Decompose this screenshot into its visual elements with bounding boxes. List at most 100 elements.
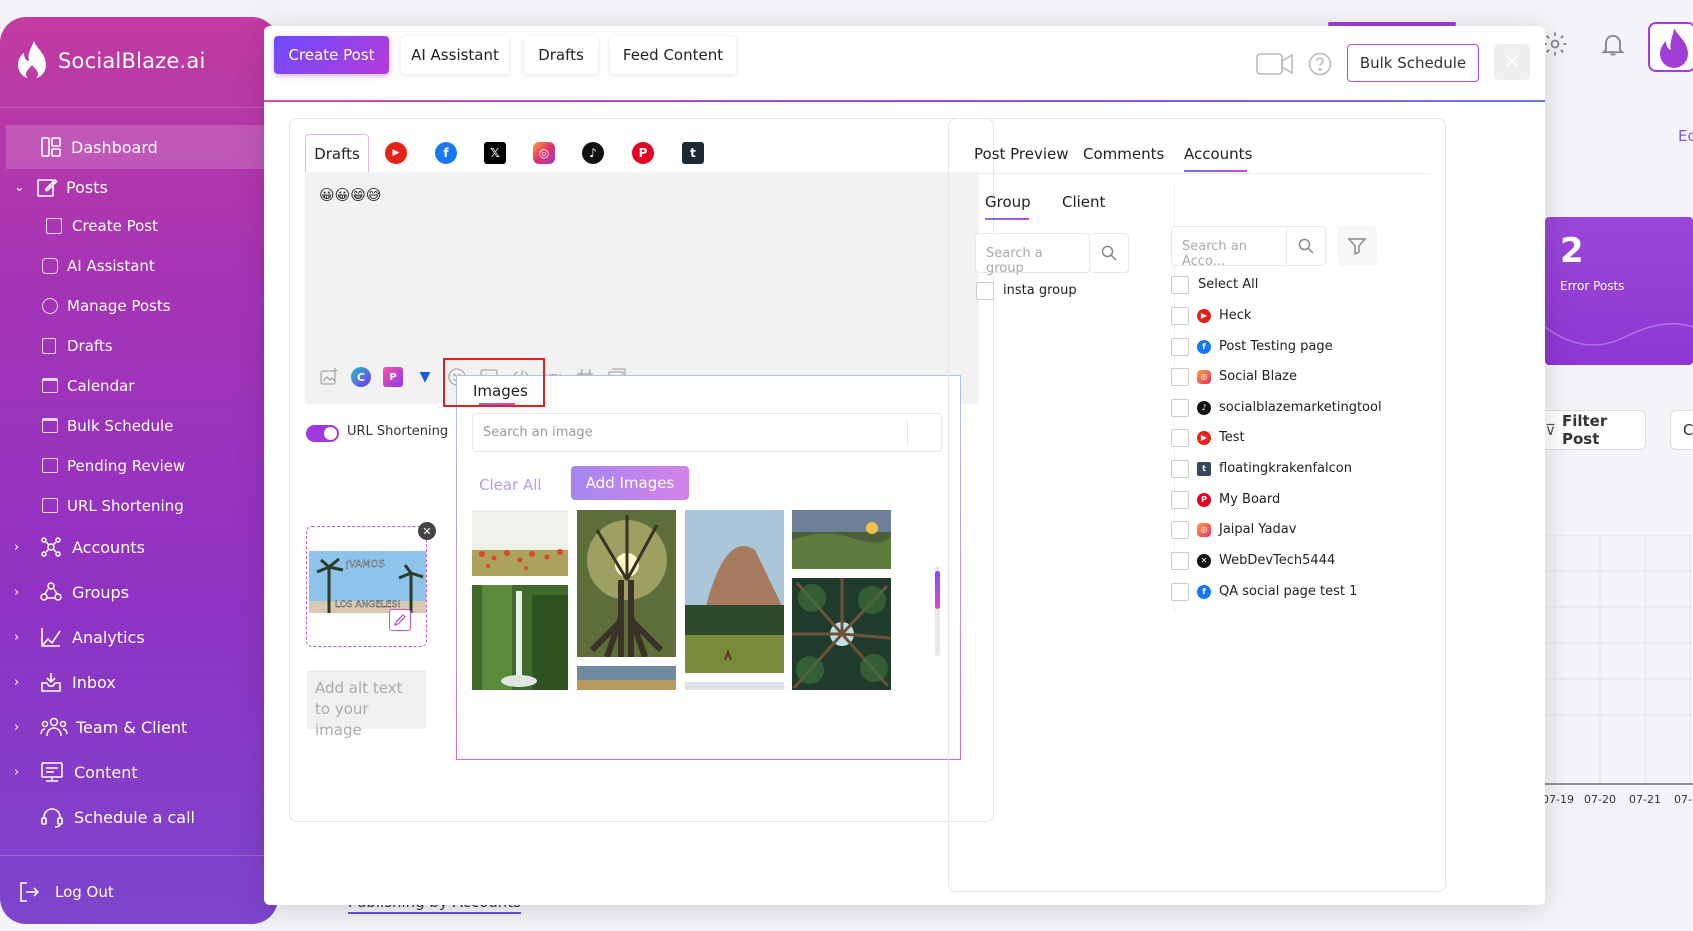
pinterest-icon[interactable]: P (632, 142, 654, 164)
instagram-icon[interactable]: ◎ (533, 142, 555, 164)
user-avatar[interactable] (1648, 22, 1693, 72)
sidebar-item-dashboard[interactable]: Dashboard (6, 125, 278, 169)
sidebar-item-posts[interactable]: ⌄ Posts (0, 165, 278, 209)
x-icon[interactable]: 𝕏 (484, 142, 506, 164)
sidebar-item-label: Pending Review (67, 456, 186, 475)
account-row[interactable]: ✕ WebDevTech5444 (1197, 553, 1335, 568)
tiktok-icon[interactable]: ♪ (582, 142, 604, 164)
account-row[interactable]: f QA social page test 1 (1197, 584, 1357, 599)
sidebar-item-create-post[interactable]: Create Post (0, 207, 278, 244)
edit-link[interactable]: Ec (1678, 127, 1693, 145)
gallery-image-forest-canopy[interactable] (792, 578, 891, 690)
picsart-icon[interactable]: P (383, 367, 403, 387)
account-checkbox[interactable] (1171, 368, 1189, 386)
tab-create-post[interactable]: Create Post (274, 36, 389, 74)
remove-image-button[interactable]: ✕ (418, 522, 436, 540)
close-modal-button[interactable]: ✕ (1494, 44, 1530, 80)
cut-button[interactable]: Cu (1670, 410, 1693, 450)
subtab-group[interactable]: Group (985, 193, 1031, 211)
help-icon[interactable] (1308, 52, 1332, 76)
account-checkbox[interactable] (1171, 338, 1189, 356)
facebook-icon[interactable]: f (435, 142, 457, 164)
account-row[interactable]: ◎ Jaipal Yadav (1197, 522, 1296, 537)
tab-drafts[interactable]: Drafts (524, 36, 598, 74)
tab-feed-content[interactable]: Feed Content (610, 36, 736, 74)
video-camera-icon[interactable] (1256, 51, 1294, 77)
account-row[interactable]: ◎ Social Blaze (1197, 369, 1297, 384)
sidebar-item-bulk-schedule[interactable]: Bulk Schedule (0, 407, 278, 444)
settings-icon[interactable] (1541, 30, 1569, 58)
tumblr-icon[interactable]: t (682, 142, 704, 164)
sidebar-item-pending-review[interactable]: Pending Review (0, 447, 278, 484)
group-search-input[interactable]: Search a group (975, 233, 1090, 276)
sidebar-item-label: Calendar (67, 376, 135, 395)
filter-post-button[interactable]: ⊽ Filter Post (1532, 410, 1646, 450)
gallery-scrollbar-thumb[interactable] (935, 571, 940, 609)
add-images-button[interactable]: Add Images (571, 466, 689, 500)
url-shortening-toggle[interactable] (306, 425, 339, 442)
gallery-image-half-dome[interactable] (685, 510, 784, 673)
account-checkbox[interactable] (1171, 460, 1189, 478)
alt-text-input[interactable]: Add alt text to your image (307, 670, 426, 739)
canva-icon[interactable]: C (351, 367, 371, 387)
clear-all-button[interactable]: Clear All (479, 476, 542, 494)
gallery-image-strip[interactable] (685, 682, 784, 690)
sidebar-item-label: Team & Client (76, 717, 188, 737)
account-row[interactable]: ▶ Heck (1197, 308, 1251, 323)
sidebar-item-analytics[interactable]: › Analytics (0, 617, 278, 657)
add-media-icon[interactable] (319, 367, 339, 387)
sidebar-item-accounts[interactable]: › Accounts (0, 527, 278, 567)
bulk-schedule-button[interactable]: Bulk Schedule (1347, 44, 1479, 82)
sidebar-item-groups[interactable]: › Groups (0, 572, 278, 612)
sidebar-item-label: Create Post (72, 216, 158, 235)
sidebar-item-team-client[interactable]: › Team & Client (0, 707, 278, 747)
platform-tab-drafts[interactable]: Drafts (305, 134, 369, 172)
tab-post-preview[interactable]: Post Preview (974, 145, 1069, 163)
gallery-image-valley-sunset[interactable] (792, 510, 891, 569)
sidebar-item-schedule-call[interactable]: Schedule a call (0, 797, 278, 837)
attached-image-thumbnail[interactable]: ¡VAMOS LOS ANGELES! (306, 526, 427, 647)
account-checkbox[interactable] (1171, 552, 1189, 570)
group-search-button[interactable] (1089, 233, 1129, 273)
logout-button[interactable]: Log Out (0, 872, 278, 912)
edit-image-button[interactable] (389, 609, 411, 631)
account-checkbox[interactable] (1171, 429, 1189, 447)
select-all-checkbox[interactable] (1171, 276, 1189, 294)
sidebar-item-ai-assistant[interactable]: AI Assistant (0, 247, 278, 284)
tab-ai-assistant[interactable]: AI Assistant (401, 36, 509, 74)
sidebar-item-manage-posts[interactable]: Manage Posts (0, 287, 278, 324)
gallery-image-sky-strip[interactable] (577, 666, 676, 690)
gallery-image-poppy-field[interactable] (472, 510, 568, 576)
account-checkbox[interactable] (1171, 399, 1189, 417)
account-row[interactable]: ♪ socialblazemarketingtool (1197, 400, 1382, 415)
account-checkbox[interactable] (1171, 521, 1189, 539)
youtube-icon[interactable]: ▶ (385, 142, 407, 164)
account-checkbox[interactable] (1171, 491, 1189, 509)
tab-comments[interactable]: Comments (1083, 145, 1164, 163)
account-row[interactable]: ▶ Test (1197, 430, 1245, 445)
account-checkbox[interactable] (1171, 307, 1189, 325)
chevron-right-icon: › (14, 719, 20, 735)
account-name: Jaipal Yadav (1219, 522, 1297, 537)
group-checkbox[interactable] (976, 282, 994, 300)
image-search-input[interactable]: Search an image (472, 413, 942, 452)
subtab-client[interactable]: Client (1062, 193, 1105, 211)
sidebar-item-calendar[interactable]: Calendar (0, 367, 278, 404)
gallery-image-tree-roots[interactable] (577, 510, 676, 657)
tab-accounts[interactable]: Accounts (1184, 145, 1252, 163)
account-checkbox[interactable] (1171, 583, 1189, 601)
account-search-input[interactable]: Search an Acco... (1171, 226, 1297, 269)
account-row[interactable]: P My Board (1197, 492, 1280, 507)
sidebar-item-url-shortening[interactable]: URL Shortening (0, 487, 278, 524)
notification-bell-icon[interactable] (1599, 30, 1627, 58)
sidebar-item-inbox[interactable]: › Inbox (0, 662, 278, 702)
sidebar-item-content[interactable]: › Content (0, 752, 278, 792)
gallery-image-waterfall[interactable] (472, 585, 568, 690)
account-search-button[interactable] (1286, 226, 1326, 266)
sidebar-item-drafts[interactable]: Drafts (0, 327, 278, 364)
account-row[interactable]: t floatingkrakenfalcon (1197, 461, 1352, 476)
post-content-textarea[interactable]: 😀😀😁😅 C P ▼ UTM (305, 172, 979, 404)
account-row[interactable]: f Post Testing page (1197, 339, 1333, 354)
vista-icon[interactable]: ▼ (415, 367, 435, 387)
filter-button[interactable] (1337, 226, 1377, 266)
